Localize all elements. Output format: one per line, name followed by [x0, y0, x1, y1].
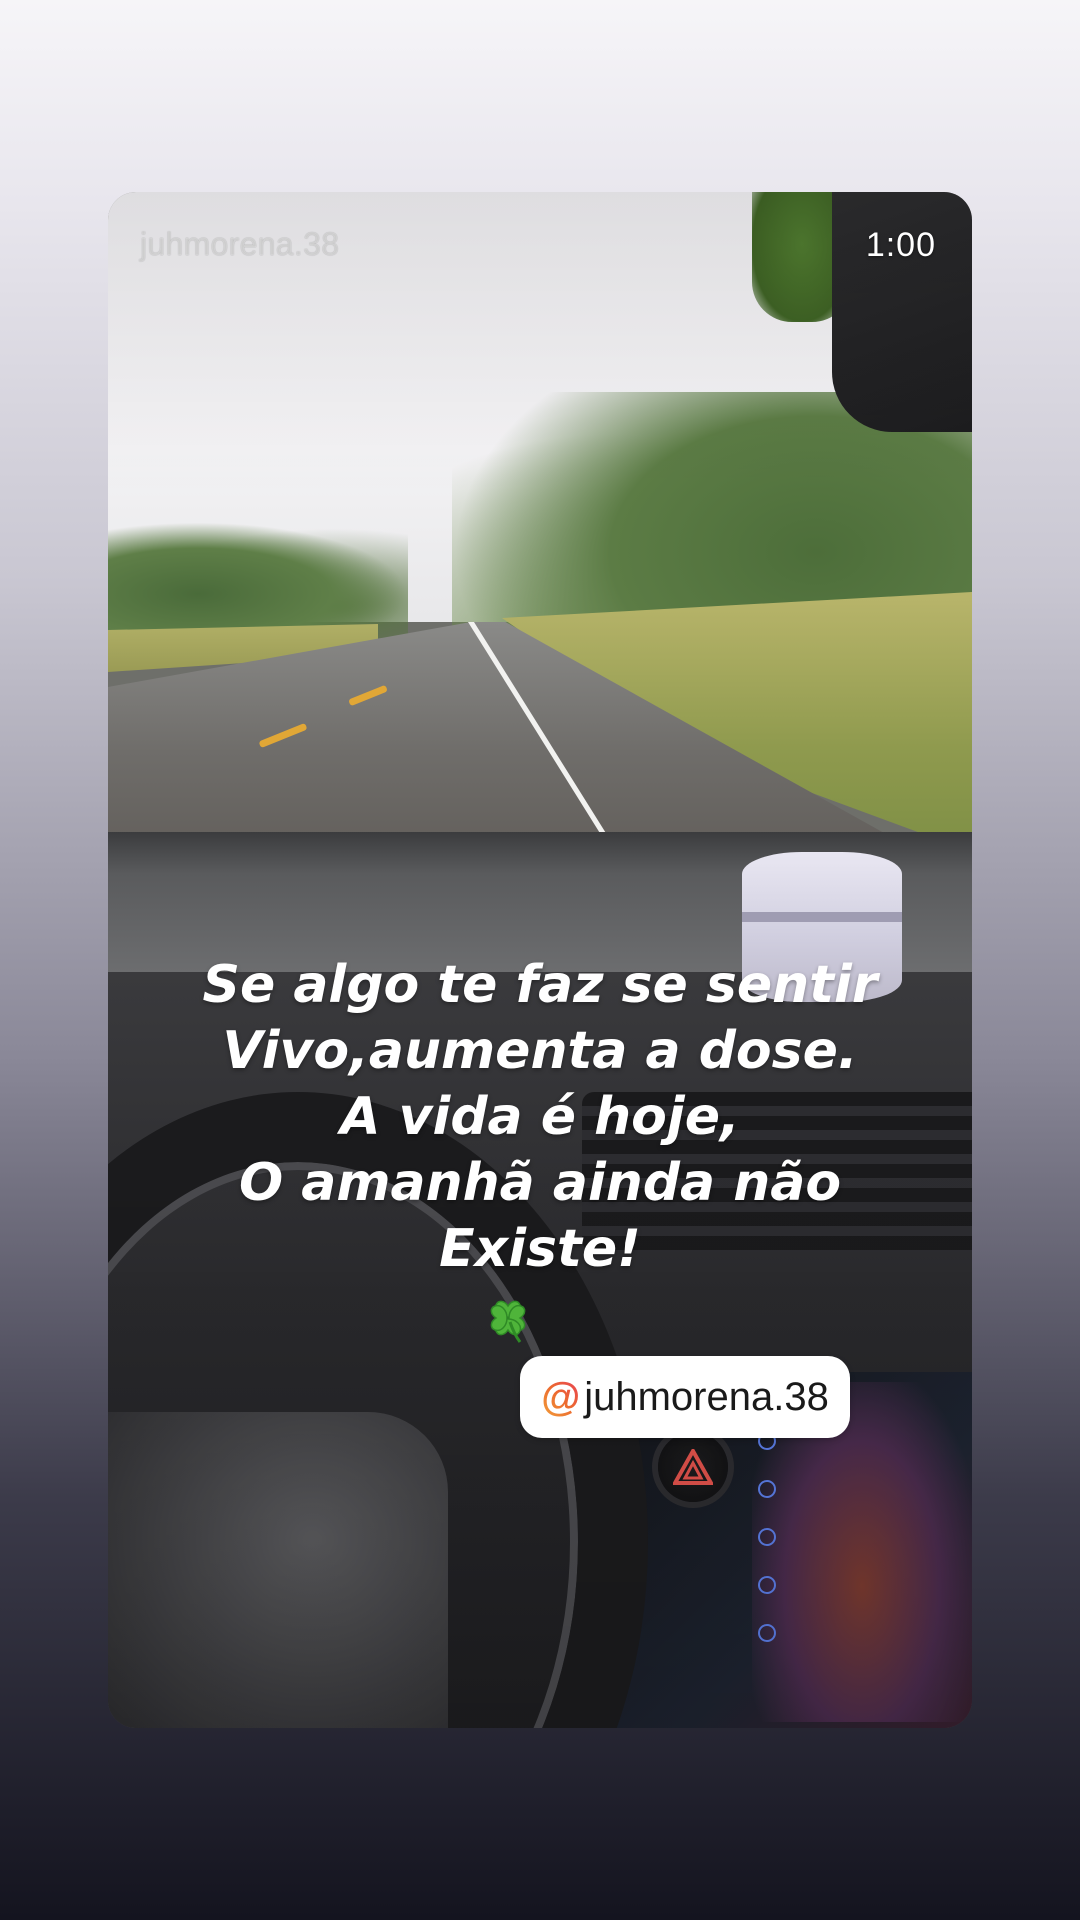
story-username[interactable]: juhmorena.38: [140, 226, 339, 263]
caption-line: Existe!: [439, 1219, 641, 1279]
caption-line: Se algo te faz se sentir: [202, 955, 878, 1015]
mention-handle: juhmorena.38: [584, 1375, 829, 1419]
story-timer: 1:00: [865, 226, 936, 264]
caption-line: A vida é hoje,: [340, 1087, 740, 1147]
story-caption: Se algo te faz se sentir Vivo,aumenta a …: [108, 952, 972, 1282]
at-mention-icon: @: [541, 1375, 581, 1419]
story-card[interactable]: juhmorena.38 1:00 Se algo te faz se sent…: [108, 192, 972, 1728]
four-leaf-clover-icon: [490, 1300, 526, 1343]
caption-line: Vivo,aumenta a dose.: [222, 1021, 858, 1081]
caption-line: O amanhã ainda não: [238, 1153, 842, 1213]
mention-sticker[interactable]: @ juhmorena.38: [520, 1356, 850, 1438]
